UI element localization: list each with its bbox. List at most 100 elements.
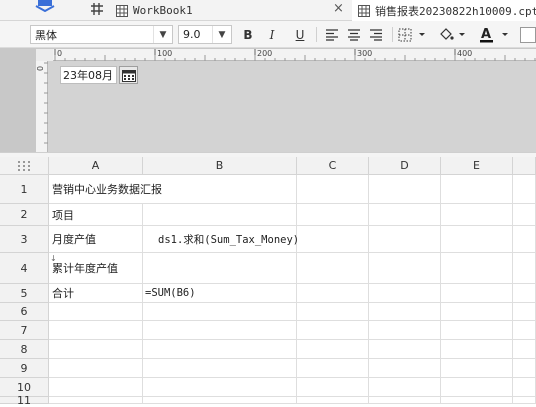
table-cell[interactable] [441,284,513,303]
cell-a5[interactable]: 合计 [49,284,143,303]
column-header-e[interactable]: E [441,157,513,175]
select-all-corner[interactable] [0,157,49,175]
table-cell[interactable] [441,226,513,253]
column-header-b[interactable]: B [143,157,297,175]
table-cell[interactable] [441,359,513,378]
table-cell[interactable] [513,226,536,253]
column-header-d[interactable]: D [369,157,441,175]
column-header[interactable] [513,157,536,175]
table-cell[interactable] [297,397,369,404]
row-header[interactable]: 1 [0,175,49,204]
cell-b7[interactable] [143,321,297,340]
column-header-c[interactable]: C [297,157,369,175]
close-icon[interactable]: × [333,1,345,17]
bold-button[interactable]: B [238,25,258,44]
tab-workbook1[interactable]: WorkBook1 [116,0,336,21]
table-cell[interactable] [441,378,513,397]
cell-a11[interactable] [49,397,143,404]
table-cell[interactable] [441,253,513,284]
table-cell[interactable] [369,226,441,253]
row-header[interactable]: 5 [0,284,49,303]
date-field[interactable]: 23年08月 [60,66,117,84]
row-header[interactable]: 4 [0,253,49,284]
align-left-icon[interactable] [322,25,342,44]
cell-a6[interactable] [49,303,143,321]
font-size-select[interactable]: 9.0 ▼ [178,25,232,44]
align-center-icon[interactable] [344,25,364,44]
cell-a1[interactable]: 营销中心业务数据汇报 [49,175,297,204]
table-cell[interactable] [297,175,369,204]
table-cell[interactable] [297,253,369,284]
table-cell[interactable] [369,340,441,359]
table-cell[interactable] [297,340,369,359]
table-cell[interactable] [297,303,369,321]
table-cell[interactable] [513,204,536,226]
cell-b2[interactable] [143,204,297,226]
table-cell[interactable] [369,175,441,204]
row-header[interactable]: 9 [0,359,49,378]
table-cell[interactable] [297,321,369,340]
row-header[interactable]: 3 [0,226,49,253]
cell-a10[interactable] [49,378,143,397]
cell-b3[interactable]: ds1.求和(Sum_Tax_Money) [143,226,299,253]
table-cell[interactable] [297,359,369,378]
cell-b10[interactable] [143,378,297,397]
table-cell[interactable] [441,175,513,204]
table-cell[interactable] [369,303,441,321]
table-cell[interactable] [369,321,441,340]
more-tools-icon[interactable] [520,27,536,43]
table-cell[interactable] [369,253,441,284]
table-cell[interactable] [513,359,536,378]
cell-b8[interactable] [143,340,297,359]
font-color-icon[interactable]: A [478,25,514,44]
cell-a9[interactable] [49,359,143,378]
row-header[interactable]: 7 [0,321,49,340]
cell-b9[interactable] [143,359,297,378]
row-header[interactable]: 11 [0,394,49,407]
cell-a2[interactable]: 项目 [49,204,143,226]
row-header[interactable]: 8 [0,340,49,359]
new-file-icon[interactable] [30,0,60,13]
cell-a8[interactable] [49,340,143,359]
table-cell[interactable] [441,303,513,321]
table-cell[interactable] [513,340,536,359]
table-cell[interactable] [369,204,441,226]
table-cell[interactable] [369,378,441,397]
table-cell[interactable] [513,284,536,303]
cell-b4[interactable] [143,253,297,284]
chevron-down-icon[interactable]: ▼ [212,26,231,43]
calendar-icon[interactable] [119,66,138,84]
table-cell[interactable] [369,284,441,303]
font-family-select[interactable]: 黑体 ▼ [30,25,173,44]
table-cell[interactable] [513,321,536,340]
table-cell[interactable] [297,284,369,303]
cell-b11[interactable] [143,397,297,404]
row-header[interactable]: 6 [0,303,49,321]
border-icon[interactable] [398,25,430,44]
tab-sales-report[interactable]: 销售报表20230822h10009.cpt [352,0,536,21]
fill-color-icon[interactable] [438,25,470,44]
table-cell[interactable] [297,226,369,253]
table-cell[interactable] [441,397,513,404]
column-header-a[interactable]: A [49,157,143,175]
cell-b5[interactable]: =SUM(B6) [143,284,297,303]
table-cell[interactable] [369,359,441,378]
table-cell[interactable] [441,321,513,340]
table-cell[interactable] [441,340,513,359]
table-cell[interactable] [513,378,536,397]
chevron-down-icon[interactable]: ▼ [153,26,172,43]
italic-button[interactable]: I [262,25,282,44]
cell-a7[interactable] [49,321,143,340]
table-cell[interactable] [369,397,441,404]
cell-a3[interactable]: 月度产值 [49,226,143,253]
cell-a4[interactable]: 累计年度产值 [49,253,143,284]
table-cell[interactable] [441,204,513,226]
table-cell[interactable] [513,175,536,204]
align-right-icon[interactable] [366,25,386,44]
row-header[interactable]: 2 [0,204,49,226]
table-cell[interactable] [513,397,536,404]
table-cell[interactable] [297,378,369,397]
table-cell[interactable] [513,303,536,321]
table-cell[interactable] [513,253,536,284]
grid-icon[interactable] [90,2,104,16]
